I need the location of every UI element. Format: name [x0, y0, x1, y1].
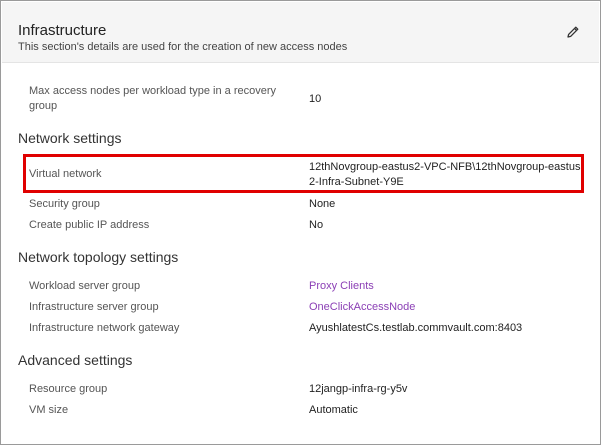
vm-size-label: VM size: [29, 404, 69, 416]
network-settings-heading: Network settings: [18, 130, 122, 146]
vm-size-value: Automatic: [309, 404, 358, 416]
pencil-icon[interactable]: [565, 24, 581, 40]
workload-server-group-label: Workload server group: [29, 280, 141, 292]
panel-header: Infrastructure This section's details ar…: [2, 2, 599, 63]
public-ip-label: Create public IP address: [29, 219, 150, 231]
workload-server-group-link[interactable]: Proxy Clients: [309, 279, 374, 294]
max-access-nodes-label: Max access nodes per workload type in a …: [29, 85, 277, 112]
virtual-network-highlight: [23, 154, 584, 193]
panel-subtitle: This section's details are used for the …: [18, 41, 348, 53]
panel-title: Infrastructure: [18, 22, 107, 39]
infrastructure-panel: Infrastructure This section's details ar…: [0, 0, 601, 445]
security-group-label: Security group: [29, 198, 100, 210]
resource-group-label: Resource group: [29, 383, 108, 395]
max-access-nodes-value: 10: [309, 93, 322, 105]
network-topology-heading: Network topology settings: [18, 249, 179, 265]
infra-server-group-link[interactable]: OneClickAccessNode: [309, 300, 415, 315]
public-ip-value: No: [309, 219, 324, 231]
resource-group-value: 12jangp-infra-rg-y5v: [309, 383, 408, 395]
infra-gateway-value: AyushlatestCs.testlab.commvault.com:8403: [309, 322, 523, 334]
security-group-value: None: [309, 198, 336, 210]
advanced-settings-heading: Advanced settings: [18, 352, 133, 368]
infra-gateway-label: Infrastructure network gateway: [29, 322, 180, 334]
infra-server-group-label: Infrastructure server group: [29, 301, 159, 313]
